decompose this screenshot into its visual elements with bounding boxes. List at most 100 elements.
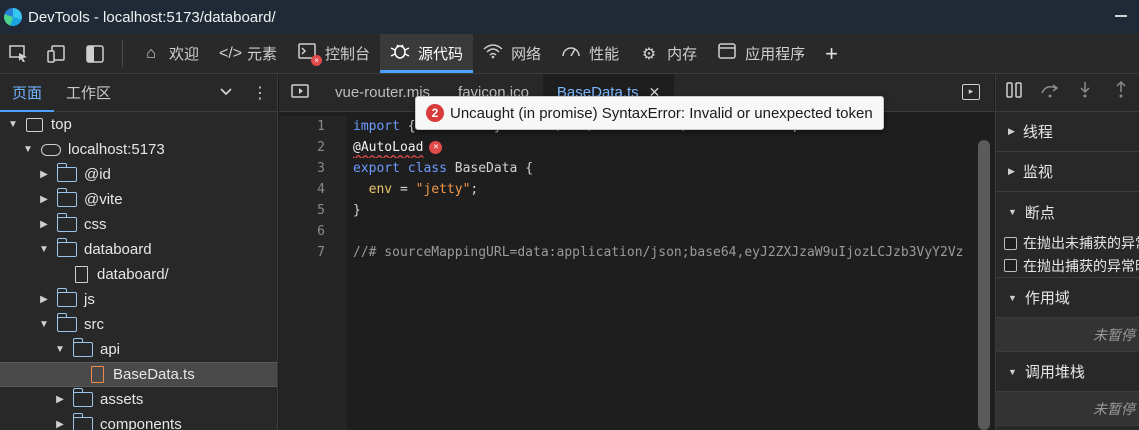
checkbox[interactable] — [1004, 259, 1017, 272]
tab-elements[interactable]: </> 元素 — [209, 34, 287, 73]
tab-label: 源代码 — [418, 46, 464, 63]
tree-item[interactable]: ▶ components — [0, 412, 277, 430]
collapsed-arrow-icon[interactable]: ▶ — [53, 394, 67, 405]
expanded-arrow-icon[interactable]: ▼ — [53, 344, 67, 355]
error-marker-icon[interactable]: ✕ — [429, 141, 443, 154]
line-number[interactable]: 3 — [279, 158, 347, 179]
file-tree: ▼ top ▼ localhost:5173 ▶ @id ▶ @vite ▶ css ▼ databo… — [0, 112, 277, 430]
collapsed-arrow-icon[interactable]: ▶ — [53, 419, 67, 430]
line-number[interactable]: 7 — [279, 242, 347, 263]
home-icon: ⌂ — [146, 44, 156, 62]
checkbox[interactable] — [1004, 236, 1017, 250]
code-area[interactable]: import { AutoLoad } from "/src/annotatio… — [353, 116, 974, 263]
tree-item[interactable]: ▶ @id — [0, 162, 277, 187]
tree-item[interactable]: BaseData.ts — [0, 362, 277, 387]
tab-page[interactable]: 页面 — [0, 74, 55, 112]
tab-label: 元素 — [247, 46, 278, 63]
tab-workspace[interactable]: 工作区 — [54, 74, 123, 112]
tree-item[interactable]: ▶ @vite — [0, 187, 277, 212]
tree-item[interactable]: ▼ src — [0, 312, 277, 337]
step-into-icon[interactable] — [1068, 81, 1104, 104]
folder-icon — [56, 288, 77, 307]
expand-triangle-icon: ▶ — [1008, 166, 1015, 176]
tree-item[interactable]: ▼ top — [0, 112, 277, 137]
tab-welcome[interactable]: ⌂ 欢迎 — [131, 34, 209, 73]
pause-uncaught-row[interactable]: 在抛出未捕获的异常时暂停 — [996, 232, 1139, 254]
pause-icon[interactable] — [996, 81, 1032, 104]
collapsed-arrow-icon[interactable]: ▶ — [37, 169, 51, 180]
section-callstack[interactable]: ▼ 调用堆栈 — [996, 352, 1139, 392]
collapsed-arrow-icon[interactable]: ▶ — [37, 294, 51, 305]
line-number[interactable]: 2 — [279, 137, 347, 158]
devtools-toolbar: ⌂ 欢迎 </> 元素 × 控制台 源代码 网络 性能 ⚙ 内存 应用程序 + — [0, 34, 1139, 74]
minimize-icon[interactable] — [1115, 15, 1127, 17]
tree-item[interactable]: ▶ js — [0, 287, 277, 312]
tree-item-label: @id — [84, 166, 111, 183]
folder-icon — [72, 338, 93, 357]
more-options-icon[interactable]: ⋮ — [243, 83, 277, 103]
tree-item[interactable]: ▼ api — [0, 337, 277, 362]
tree-item[interactable]: ▶ css — [0, 212, 277, 237]
frame-icon — [26, 117, 43, 132]
toggle-debugger-icon[interactable]: ▸ — [962, 84, 980, 100]
string-literal: "jetty" — [415, 182, 471, 197]
checkbox-label: 在抛出捕获的异常时暂停 — [1023, 257, 1139, 274]
section-threads[interactable]: ▶ 线程 — [996, 112, 1139, 152]
code-text: = — [392, 182, 416, 197]
error-badge-icon: × — [311, 55, 323, 66]
tab-label: 网络 — [511, 46, 542, 63]
section-label: 作用域 — [1024, 290, 1070, 307]
scope-empty-state: 未暂停 — [996, 318, 1139, 352]
pause-caught-row[interactable]: 在抛出捕获的异常时暂停 — [996, 254, 1139, 278]
expanded-arrow-icon[interactable]: ▼ — [37, 319, 51, 330]
expanded-arrow-icon[interactable]: ▼ — [6, 119, 20, 130]
section-label: 调用堆栈 — [1024, 364, 1085, 381]
folder-icon — [56, 213, 77, 232]
collapsed-arrow-icon[interactable]: ▶ — [37, 219, 51, 230]
tree-item-label: localhost:5173 — [68, 141, 165, 158]
tab-performance[interactable]: 性能 — [551, 34, 629, 73]
add-tab-button[interactable]: + — [815, 34, 848, 73]
line-number[interactable]: 1 — [279, 116, 347, 137]
line-number[interactable]: 6 — [279, 221, 347, 242]
tree-item[interactable]: databoard/ — [0, 262, 277, 287]
toggle-navigator-icon[interactable] — [279, 83, 321, 102]
section-watch[interactable]: ▶ 监视 — [996, 152, 1139, 192]
step-out-icon[interactable] — [1103, 80, 1139, 104]
code-text: ; — [470, 182, 479, 197]
tree-item[interactable]: ▼ localhost:5173 — [0, 137, 277, 162]
tab-application[interactable]: 应用程序 — [707, 34, 815, 73]
expanded-arrow-icon[interactable]: ▼ — [37, 244, 51, 255]
tab-label: 欢迎 — [169, 46, 200, 63]
inspect-element-icon[interactable] — [0, 34, 38, 73]
tree-item[interactable]: ▶ assets — [0, 387, 277, 412]
chevron-down-icon[interactable] — [209, 84, 243, 102]
app-window-icon — [717, 43, 737, 64]
tab-network[interactable]: 网络 — [473, 34, 551, 73]
tab-memory[interactable]: ⚙ 内存 — [629, 34, 707, 73]
tree-item-label: BaseData.ts — [113, 366, 195, 383]
dock-side-icon[interactable] — [76, 34, 114, 73]
line-number[interactable]: 5 — [279, 200, 347, 221]
gear-chip-icon: ⚙ — [641, 45, 657, 63]
window-title: DevTools - localhost:5173/databoard/ — [28, 8, 276, 26]
expanded-arrow-icon[interactable]: ▼ — [21, 144, 35, 155]
tab-sources[interactable]: 源代码 — [380, 34, 474, 73]
collapsed-arrow-icon[interactable]: ▶ — [37, 194, 51, 205]
checkbox-label: 在抛出未捕获的异常时暂停 — [1023, 235, 1139, 251]
line-number[interactable]: 4 — [279, 179, 347, 200]
folder-icon — [56, 163, 77, 182]
navigator-panel: 页面 工作区 ⋮ ▼ top ▼ localhost:5173 ▶ @id ▶ @vite ▶ c… — [0, 74, 278, 430]
editor-scrollbar[interactable] — [978, 140, 990, 430]
device-emulation-icon[interactable] — [38, 34, 76, 73]
console-icon: × — [297, 43, 323, 66]
section-scope[interactable]: ▼ 作用域 — [996, 278, 1139, 318]
tab-console[interactable]: × 控制台 — [287, 34, 380, 73]
section-label: 线程 — [1022, 124, 1053, 141]
tree-item-label: src — [84, 316, 104, 333]
section-breakpoints[interactable]: ▼ 断点 — [996, 192, 1139, 232]
title-bar: DevTools - localhost:5173/databoard/ — [0, 0, 1139, 34]
step-over-icon[interactable] — [1032, 81, 1068, 104]
tree-item[interactable]: ▼ databoard — [0, 237, 277, 262]
